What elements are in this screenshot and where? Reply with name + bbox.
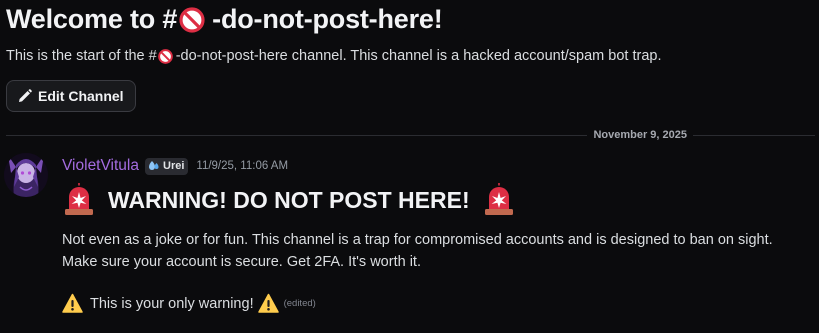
edit-channel-label: Edit Channel (38, 88, 124, 104)
avatar-image (4, 153, 48, 197)
message-body-line: Make sure your account is secure. Get 2F… (62, 253, 421, 270)
welcome-subtitle-suffix: -do-not-post-here channel. This channel … (175, 48, 662, 64)
message-header: VioletVitula Urei 11/9/25, 11:06 AM (62, 157, 288, 175)
avatar[interactable] (4, 153, 48, 197)
welcome-channel-name: -do-not-post-here! (212, 4, 443, 34)
message-body: Not even as a joke or for fun. This chan… (62, 230, 773, 273)
welcome-title-prefix: Welcome to # (6, 4, 178, 34)
welcome-subtitle-prefix: This is the start of the # (6, 48, 157, 64)
edit-channel-button[interactable]: Edit Channel (6, 80, 136, 112)
server-tag[interactable]: Urei (145, 157, 189, 175)
message-author[interactable]: VioletVitula (62, 157, 139, 175)
no-entry-sign-icon (179, 6, 205, 33)
date-divider-label: November 9, 2025 (587, 128, 693, 142)
no-entry-sign-icon (157, 48, 173, 64)
warning-heading-text: WARNING! DO NOT POST HERE! (108, 186, 470, 213)
welcome-subtitle: This is the start of the # -do-not-post-… (6, 48, 661, 64)
message-timestamp[interactable]: 11/9/25, 11:06 AM (196, 160, 288, 172)
pencil-icon (19, 89, 32, 102)
warning-icon (257, 293, 279, 313)
droplet-tag-icon (149, 161, 159, 170)
edited-label: (edited) (283, 298, 316, 309)
warning-icon (62, 293, 83, 313)
channel-view: Welcome to # -do-not-post-here! This is … (0, 0, 819, 333)
message-final-line: This is your only warning! (edited) (62, 293, 316, 314)
siren-light-icon (65, 183, 93, 215)
message-heading: WARNING! DO NOT POST HERE! (62, 183, 516, 217)
siren-light-icon (484, 183, 513, 215)
welcome-title: Welcome to # -do-not-post-here! (6, 4, 443, 35)
date-divider (6, 135, 815, 136)
final-warning-text: This is your only warning! (90, 295, 254, 312)
server-tag-label: Urei (163, 160, 185, 172)
message-body-line: Not even as a joke or for fun. This chan… (62, 232, 773, 248)
